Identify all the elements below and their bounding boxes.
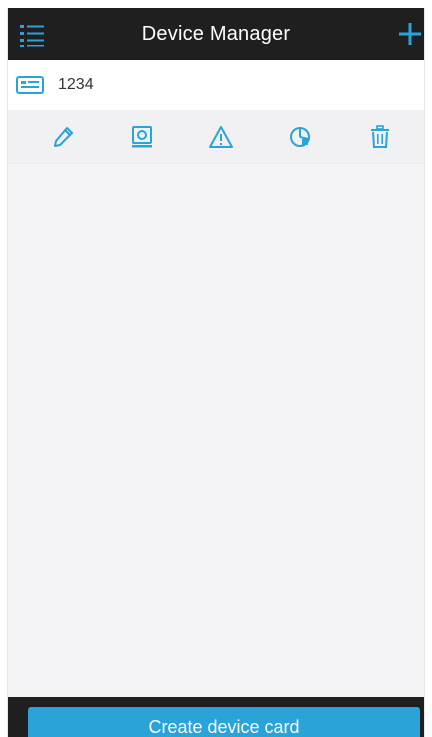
page-title: Device Manager	[141, 22, 291, 45]
camera-icon	[132, 126, 152, 148]
bottom-bar: Create device card	[8, 697, 424, 737]
device-list-area	[8, 165, 424, 695]
top-bar: Device Manager	[8, 8, 424, 60]
warning-icon	[209, 126, 233, 148]
app-screen: Device Manager 1234 Create device card	[7, 8, 425, 737]
delete-device-button[interactable]	[366, 123, 394, 151]
pie-chart-icon	[290, 127, 310, 147]
list-icon	[20, 25, 44, 47]
trash-icon	[371, 125, 389, 148]
device-action-bar	[8, 110, 424, 164]
plus-icon	[399, 23, 421, 45]
create-device-card-button[interactable]: Create device card	[28, 707, 420, 737]
edit-device-button[interactable]	[49, 123, 77, 151]
live-view-button[interactable]	[128, 123, 156, 151]
pencil-icon	[54, 127, 73, 147]
add-device-button[interactable]	[396, 20, 424, 48]
statistics-button[interactable]	[286, 123, 314, 151]
device-name: 1234	[58, 76, 94, 93]
alarm-button[interactable]	[207, 123, 235, 151]
device-list-item[interactable]: 1234	[8, 60, 424, 110]
device-card-icon	[16, 74, 44, 96]
menu-button[interactable]	[18, 21, 46, 49]
